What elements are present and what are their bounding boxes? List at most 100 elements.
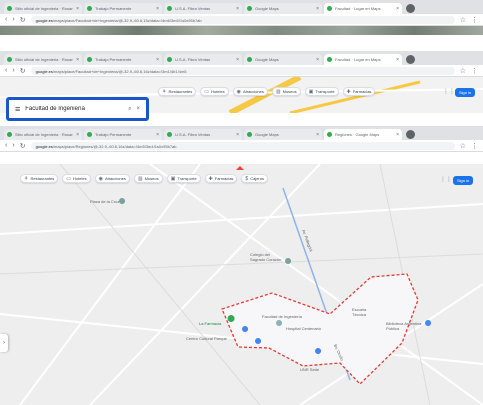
close-tab-icon[interactable]: × [396,57,399,63]
chip-hotels[interactable]: ▭ Hoteles [62,174,91,183]
new-tab-icon[interactable] [406,4,415,13]
close-tab-icon[interactable]: × [156,6,159,12]
star-icon[interactable]: ☆ [460,16,466,24]
star-icon[interactable]: ☆ [460,67,466,75]
map-label[interactable]: Facultad de Ingeniería [262,314,302,319]
new-tab-icon[interactable] [406,130,415,139]
sign-in-button[interactable]: Sign in [455,88,476,97]
collapse-panel-button[interactable]: › [0,334,8,352]
apps-grid-icon[interactable]: ⋮⋮ [443,88,455,95]
browser-tab[interactable]: U.S.A. Fibra Ventas × [164,54,242,65]
close-tab-icon[interactable]: × [76,57,79,63]
back-icon[interactable]: ‹ [5,16,7,23]
close-tab-icon[interactable]: × [236,6,239,12]
sign-in-button[interactable]: Sign in [453,176,474,185]
close-icon[interactable]: × [136,106,140,112]
browser-tab[interactable]: Google Maps × [244,3,322,14]
browser-tab-active[interactable]: Regiones · Google Maps × [324,129,402,140]
browser-tab[interactable]: Trabajo Permanente × [84,3,162,14]
map-label[interactable]: Escuela Técnica [352,307,374,317]
favicon-icon [247,132,252,137]
apps-grid-icon[interactable]: ⋮⋮ [440,176,452,183]
new-tab-icon[interactable] [406,55,415,64]
browser-tab[interactable]: U.S.A. Fibra Ventas × [164,3,242,14]
search-input[interactable]: Facultad de Ingeniería [25,106,123,112]
chip-hotels[interactable]: ▭ Hoteles [200,87,229,96]
close-tab-icon[interactable]: × [396,132,399,138]
map-label[interactable]: UNR Sede [300,367,319,372]
close-tab-icon[interactable]: × [76,132,79,138]
tab-bar: Sitio oficial de Ingenieria · Rosario × T… [0,0,483,14]
close-tab-icon[interactable]: × [316,132,319,138]
chip-restaurants[interactable]: ⚘ Restaurantes [20,174,59,183]
map-label[interactable]: La Farmacia [199,321,221,326]
chip-museums[interactable]: ▥ Museos [133,174,163,183]
hamburger-menu-icon[interactable]: ≡ [15,104,20,114]
map-graphics [0,164,483,405]
reload-icon[interactable]: ↻ [20,67,26,75]
url-field[interactable]: google.es/maps/place/Regiones/@-32.9,-60… [30,141,455,150]
category-chips: ⚘ Restaurantes ▭ Hoteles ◉ Atracciones ▥ Mus… [20,174,268,183]
map-label[interactable]: Colegio del Sagrado Corazón [250,252,284,262]
reload-icon[interactable]: ↻ [20,16,26,24]
browser-tab[interactable]: Trabajo Permanente × [84,54,162,65]
close-tab-icon[interactable]: × [156,57,159,63]
chip-pharmacies[interactable]: ✚ Farmacias [342,87,376,96]
browser-tab-active[interactable]: Facultad · Lugar en Maps × [324,3,402,14]
map-label[interactable]: Centro Cultural Parque [186,336,232,341]
close-tab-icon[interactable]: × [396,6,399,12]
menu-icon[interactable]: ⋮ [471,16,478,24]
browser-tab[interactable]: Trabajo Permanente × [84,129,162,140]
address-bar: ‹ › ↻ google.es/maps/place/Facultad+de+I… [0,65,483,77]
map-label[interactable]: Biblioteca Argentina Pública [386,321,424,331]
map-label[interactable]: Plaza de la Cruz [90,199,119,204]
browser-tab[interactable]: Sitio oficial de Ingenieria · Rosario × [4,129,82,140]
close-tab-icon[interactable]: × [156,132,159,138]
location-pin-icon [285,258,292,270]
browser-tab[interactable]: Sitio oficial de Ingenieria · Rosario × [4,3,82,14]
camera-icon: ◉ [98,175,103,182]
browser-tab-active[interactable]: Facultad · Lugar en Maps × [324,54,402,65]
close-tab-icon[interactable]: × [236,57,239,63]
favicon-icon [7,57,12,62]
museum-icon: ▥ [137,175,143,182]
search-box[interactable]: ≡ Facultad de Ingeniería ⌕ × [6,97,149,121]
back-icon[interactable]: ‹ [5,142,7,149]
star-icon[interactable]: ☆ [460,142,466,150]
chip-pharmacies[interactable]: ✚ Farmacias [204,174,238,183]
reload-icon[interactable]: ↻ [20,142,26,150]
search-icon[interactable]: ⌕ [128,106,131,113]
browser-tab[interactable]: U.S.A. Fibra Ventas × [164,129,242,140]
browser-tab[interactable]: Google Maps × [244,129,322,140]
chip-attractions[interactable]: ◉ Atracciones [94,174,130,183]
chip-atms[interactable]: $ Cajeros [241,174,268,183]
favicon-icon [167,57,172,62]
menu-icon[interactable]: ⋮ [471,67,478,75]
menu-icon[interactable]: ⋮ [471,142,478,150]
forward-icon[interactable]: › [12,67,14,74]
browser-tab[interactable]: Sitio oficial de Ingenieria · Rosario × [4,54,82,65]
back-icon[interactable]: ‹ [5,67,7,74]
url-field[interactable]: google.es/maps/place/Facultad+de+Ingenie… [30,66,455,75]
chip-attractions[interactable]: ◉ Atracciones [232,87,268,96]
close-tab-icon[interactable]: × [316,6,319,12]
bed-icon: ▭ [66,175,72,182]
chevron-right-icon: › [3,340,5,346]
forward-icon[interactable]: › [12,16,14,23]
chip-transit[interactable]: ▣ Transporte [166,174,201,183]
pill-icon: ✚ [346,88,351,95]
favicon-icon [327,6,332,11]
close-tab-icon[interactable]: × [316,57,319,63]
tab-bar: Sitio oficial de Ingenieria · Rosario × T… [0,51,483,65]
chip-museums[interactable]: ▥ Museos [271,87,301,96]
chip-transit[interactable]: ▣ Transporte [304,87,339,96]
browser-tab[interactable]: Google Maps × [244,54,322,65]
url-field[interactable]: google.es/maps/place/Facultad+de+Ingenie… [30,15,455,24]
map-label[interactable]: Hospital Centenario [286,326,321,331]
close-tab-icon[interactable]: × [76,6,79,12]
map-canvas[interactable]: ⚘ Restaurantes ▭ Hoteles ◉ Atracciones ▥ Mus… [0,164,483,405]
chip-restaurants[interactable]: ⚘ Restaurantes [158,87,197,96]
forward-icon[interactable]: › [12,142,14,149]
close-tab-icon[interactable]: × [236,132,239,138]
category-chips: ⚘ Restaurantes ▭ Hoteles ◉ Atracciones ▥ Mus… [158,87,376,96]
